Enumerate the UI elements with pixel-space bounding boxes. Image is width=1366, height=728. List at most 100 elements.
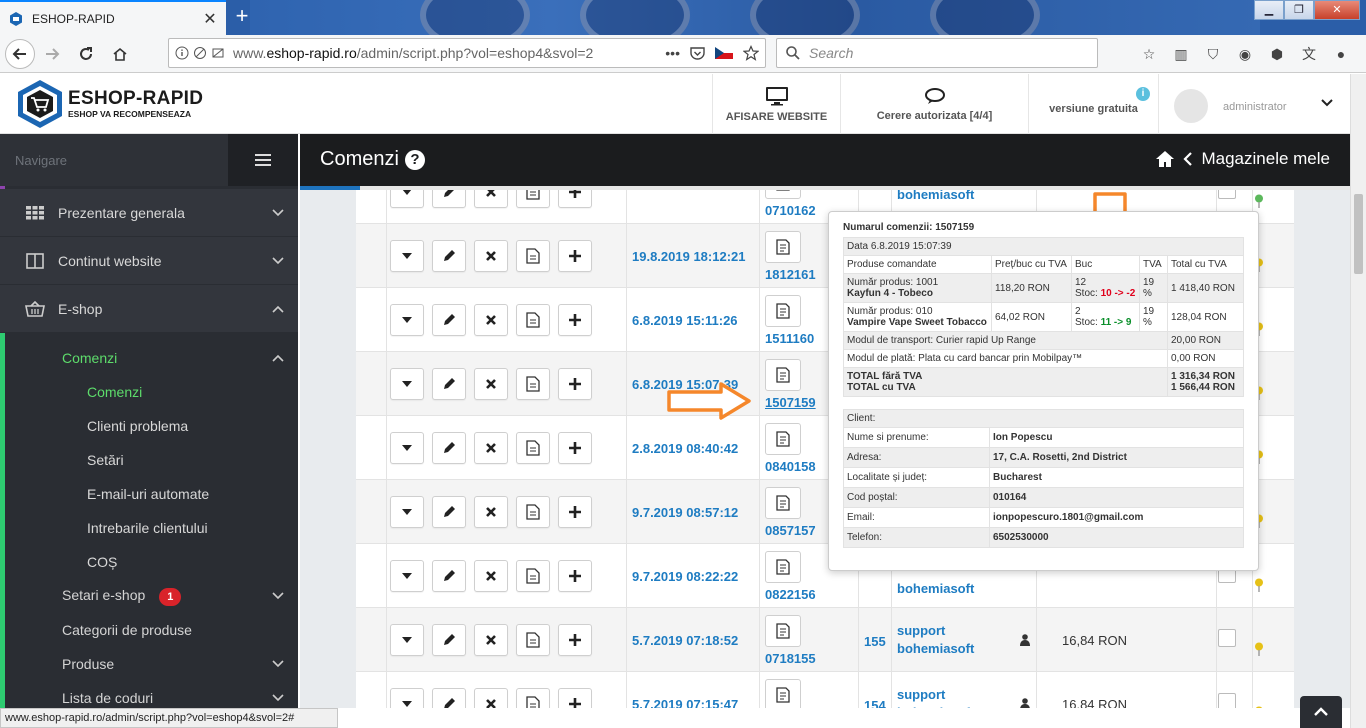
order-date[interactable]: 9.7.2019 08:57:12 xyxy=(632,505,738,520)
map-pin-icon[interactable] xyxy=(1254,706,1264,708)
invoice-button[interactable] xyxy=(765,615,801,647)
new-tab-button[interactable]: + xyxy=(230,4,254,30)
delete-button[interactable] xyxy=(474,688,508,708)
add-button[interactable] xyxy=(558,432,592,464)
ublock-origin-icon[interactable]: ◉ xyxy=(1232,42,1258,66)
reload-button[interactable] xyxy=(69,37,103,71)
map-pin-icon[interactable] xyxy=(1254,194,1264,208)
close-window-button[interactable]: ✕ xyxy=(1314,0,1360,20)
sidebar-item-orders-list[interactable]: Comenzi xyxy=(0,375,298,409)
order-number[interactable]: 0840158 xyxy=(765,459,816,474)
add-button[interactable] xyxy=(558,560,592,592)
invoice-button[interactable] xyxy=(765,679,801,708)
scroll-to-top-button[interactable] xyxy=(1300,696,1342,728)
add-button[interactable] xyxy=(558,304,592,336)
delete-button[interactable] xyxy=(474,560,508,592)
version-info[interactable]: versiune gratuita i xyxy=(1028,74,1158,134)
page-actions-icon[interactable]: ••• xyxy=(665,45,680,61)
add-button[interactable] xyxy=(558,624,592,656)
pocket-icon[interactable] xyxy=(690,46,705,60)
order-date[interactable]: 5.7.2019 07:15:47 xyxy=(632,697,738,708)
dropdown-button[interactable] xyxy=(390,190,424,208)
menu-icon[interactable]: ☰ xyxy=(1360,42,1366,66)
customer-name[interactable]: supportbohemiasoft xyxy=(897,622,974,658)
document-button[interactable] xyxy=(516,240,550,272)
row-checkbox[interactable] xyxy=(1218,190,1236,199)
sidebar-item-overview[interactable]: Prezentare generala xyxy=(0,189,298,237)
browser-tab[interactable]: ESHOP-RAPID ✕ xyxy=(0,0,226,35)
delete-button[interactable] xyxy=(474,304,508,336)
order-date[interactable]: 9.7.2019 08:22:22 xyxy=(632,569,738,584)
sidebar-item-orders[interactable]: Comenzi xyxy=(0,341,298,375)
user-name[interactable]: administrator xyxy=(1223,101,1287,113)
document-button[interactable] xyxy=(516,304,550,336)
ublock-icon[interactable]: ⛉ xyxy=(1200,42,1226,66)
order-number[interactable]: 0710162 xyxy=(765,203,816,218)
add-button[interactable] xyxy=(558,496,592,528)
home-icon[interactable] xyxy=(1155,150,1175,168)
map-pin-icon[interactable] xyxy=(1254,642,1264,656)
sidebar-item-cart[interactable]: COȘ xyxy=(0,545,298,579)
edit-button[interactable] xyxy=(432,624,466,656)
customer-name[interactable]: bohemiasoft xyxy=(897,190,974,204)
customer-name[interactable]: supportbohemiasoft xyxy=(897,686,974,708)
back-button[interactable] xyxy=(5,38,35,69)
search-input[interactable]: Search xyxy=(776,38,1098,68)
order-number[interactable]: 1507159 xyxy=(765,395,816,410)
delete-button[interactable] xyxy=(474,496,508,528)
invoice-button[interactable] xyxy=(765,487,801,519)
customer-name[interactable]: bohemiasoft xyxy=(897,580,974,598)
invoice-button[interactable] xyxy=(765,190,801,199)
adblock-plus-icon[interactable]: ⬢ xyxy=(1264,42,1290,66)
document-button[interactable] xyxy=(516,432,550,464)
order-date[interactable]: 2.8.2019 08:40:42 xyxy=(632,441,738,456)
document-button[interactable] xyxy=(516,624,550,656)
chevron-down-icon[interactable] xyxy=(1320,96,1334,110)
sidebar-item-website-content[interactable]: Continut website xyxy=(0,237,298,285)
order-date[interactable]: 5.7.2019 07:18:52 xyxy=(632,633,738,648)
invoice-button[interactable] xyxy=(765,231,801,263)
url-bar[interactable]: www.eshop-rapid.ro/admin/script.php?vol=… xyxy=(168,38,766,68)
add-button[interactable] xyxy=(558,368,592,400)
sidebar-item-products[interactable]: Produse xyxy=(0,647,298,681)
delete-button[interactable] xyxy=(474,432,508,464)
forward-button[interactable] xyxy=(35,37,69,71)
add-button[interactable] xyxy=(558,190,592,208)
dropdown-button[interactable] xyxy=(390,688,424,708)
sidebar-item-settings[interactable]: Setări xyxy=(0,443,298,477)
invoice-button[interactable] xyxy=(765,551,801,583)
my-stores-link[interactable]: Magazinele mele xyxy=(1201,149,1330,169)
customer-number[interactable]: 154 xyxy=(864,698,886,708)
dropdown-button[interactable] xyxy=(390,432,424,464)
edit-button[interactable] xyxy=(432,496,466,528)
add-button[interactable] xyxy=(558,688,592,708)
delete-button[interactable] xyxy=(474,240,508,272)
bookmark-star-icon[interactable] xyxy=(743,45,759,61)
customer-number[interactable]: 155 xyxy=(864,634,886,649)
home-button[interactable] xyxy=(103,37,137,71)
logo[interactable]: ESHOP-RAPID ESHOP VA RECOMPENSEAZA xyxy=(14,78,203,130)
hamburger-menu-button[interactable] xyxy=(228,134,298,186)
invoice-button[interactable] xyxy=(765,423,801,455)
order-date[interactable]: 19.8.2019 18:12:21 xyxy=(632,249,745,264)
sidebar-item-product-categories[interactable]: Categorii de produse xyxy=(0,613,298,647)
document-button[interactable] xyxy=(516,560,550,592)
dropdown-button[interactable] xyxy=(390,368,424,400)
sidebar-item-auto-emails[interactable]: E-mail-uri automate xyxy=(0,477,298,511)
edit-button[interactable] xyxy=(432,560,466,592)
invoice-button[interactable] xyxy=(765,359,801,391)
add-button[interactable] xyxy=(558,240,592,272)
document-button[interactable] xyxy=(516,368,550,400)
sidebar-item-eshop[interactable]: E-shop xyxy=(0,285,298,333)
library-icon[interactable]: ☆ xyxy=(1136,42,1162,66)
document-button[interactable] xyxy=(516,496,550,528)
close-tab-icon[interactable]: ✕ xyxy=(202,9,218,29)
order-number[interactable]: 0822156 xyxy=(765,587,816,602)
dropdown-button[interactable] xyxy=(390,304,424,336)
row-checkbox[interactable] xyxy=(1218,629,1236,647)
edit-button[interactable] xyxy=(432,368,466,400)
account-icon[interactable]: ● xyxy=(1328,42,1354,66)
dropdown-button[interactable] xyxy=(390,624,424,656)
requests-link[interactable]: Cerere autorizata [4/4] xyxy=(840,74,1028,134)
invoice-button[interactable] xyxy=(765,295,801,327)
